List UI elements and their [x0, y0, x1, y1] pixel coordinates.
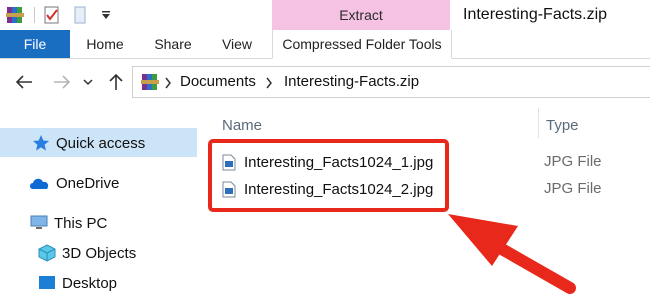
arrow-right-icon — [54, 75, 71, 89]
cube-icon — [38, 244, 56, 262]
breadcrumb-separator-icon — [164, 76, 172, 94]
nav-item-label: 3D Objects — [62, 244, 137, 262]
breadcrumb-documents[interactable]: Documents — [180, 66, 256, 98]
column-header-type[interactable]: Type — [546, 117, 579, 134]
up-button[interactable] — [104, 70, 128, 94]
breadcrumb-current-folder[interactable]: Interesting-Facts.zip — [284, 66, 419, 98]
arrow-left-icon — [15, 75, 32, 89]
cloud-icon — [28, 174, 50, 192]
winrar-icon — [140, 72, 160, 92]
arrow-up-icon — [109, 73, 123, 90]
nav-item-label: Quick access — [56, 134, 146, 152]
qat-separator — [30, 0, 38, 30]
annotation-highlight-box — [208, 139, 449, 212]
annotation-arrow — [448, 214, 576, 294]
column-header-name[interactable]: Name — [222, 117, 262, 134]
nav-item-label: Desktop — [62, 274, 118, 292]
properties-checkmark-icon[interactable] — [38, 0, 66, 30]
forward-button[interactable] — [50, 70, 74, 94]
breadcrumb-separator-icon — [265, 76, 273, 94]
nav-item-desktop[interactable]: Desktop — [38, 270, 117, 296]
nav-item-label: OneDrive — [56, 174, 120, 192]
window-title: Interesting-Facts.zip — [463, 6, 608, 23]
nav-item-label: This PC — [54, 214, 108, 232]
file-type: JPG File — [544, 153, 602, 170]
star-icon — [32, 134, 50, 152]
new-folder-icon[interactable] — [66, 0, 94, 30]
back-button[interactable] — [12, 70, 36, 94]
file-type: JPG File — [544, 180, 602, 197]
recent-locations-button[interactable] — [78, 70, 98, 94]
tab-file[interactable]: File — [0, 30, 70, 58]
extract-context-tab: Extract — [272, 0, 450, 30]
nav-item-onedrive[interactable]: OneDrive — [28, 170, 119, 196]
dropdown-arrow-icon[interactable] — [94, 0, 118, 30]
nav-item-3d-objects[interactable]: 3D Objects — [38, 240, 136, 266]
tab-compressed-folder-tools[interactable]: Compressed Folder Tools — [272, 30, 452, 59]
tab-share[interactable]: Share — [146, 30, 200, 58]
tab-home[interactable]: Home — [76, 30, 134, 58]
desktop-icon — [38, 274, 56, 292]
quick-access-toolbar — [0, 0, 118, 30]
nav-item-quick-access[interactable]: Quick access — [32, 130, 145, 156]
chevron-down-icon — [83, 79, 93, 86]
column-divider[interactable] — [538, 108, 539, 138]
tab-view[interactable]: View — [212, 30, 262, 58]
computer-icon — [30, 214, 48, 232]
winrar-icon[interactable] — [0, 0, 30, 30]
nav-item-this-pc[interactable]: This PC — [30, 210, 107, 236]
